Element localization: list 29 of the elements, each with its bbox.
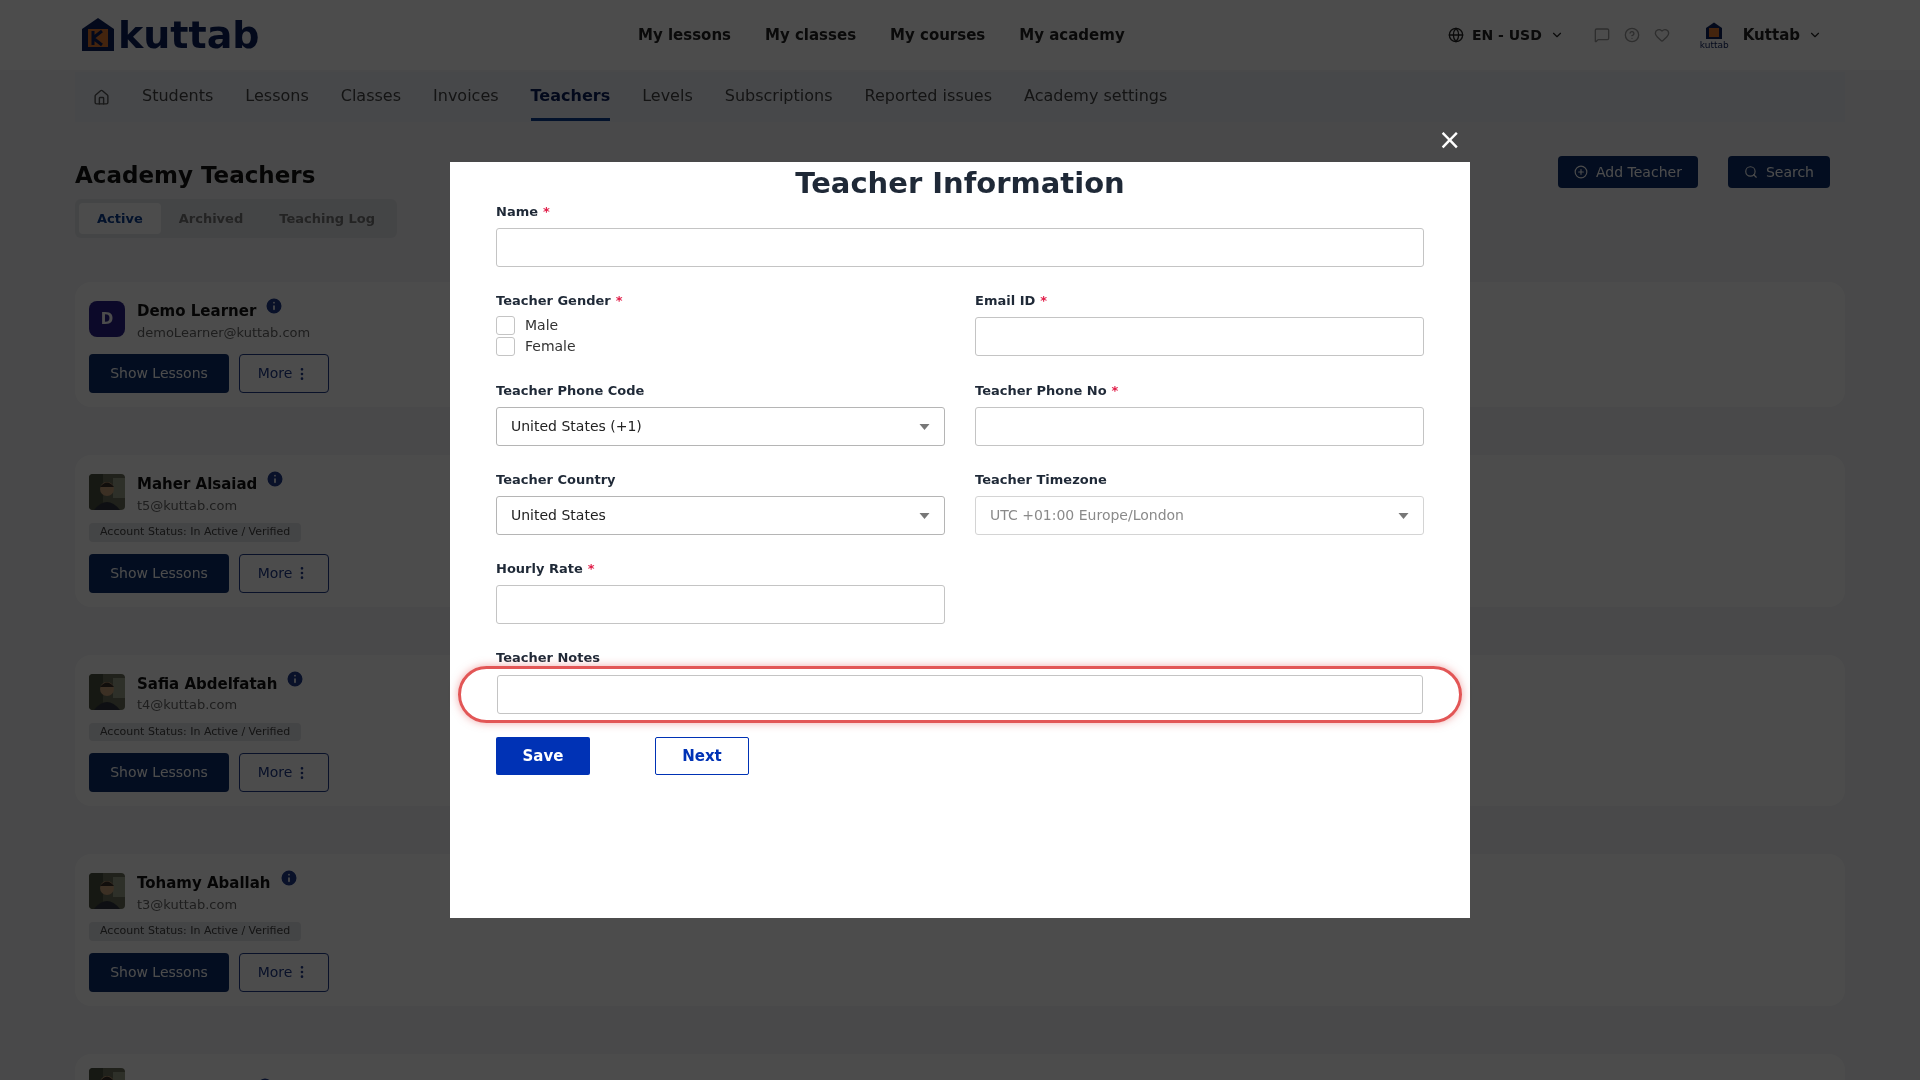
field-label: Teacher Phone No <box>975 382 1107 399</box>
teacher-name: Safia Abdelfatah <box>137 673 278 695</box>
modal-title: Teacher Information <box>795 165 1125 202</box>
required-mark: * <box>587 560 595 577</box>
teacher-name: Tohamy Aballah <box>137 873 271 894</box>
page-title: Academy Teachers <box>75 161 317 190</box>
field-label: Hourly Rate <box>496 560 583 577</box>
field-label: Teacher Timezone <box>975 471 1107 488</box>
required-mark: * <box>615 292 623 309</box>
save-button[interactable]: Save <box>496 737 590 775</box>
field-label: Teacher Gender <box>496 292 611 309</box>
teacher-name: Maher Alsaiad <box>137 474 258 495</box>
field-label: Teacher Notes <box>496 649 601 666</box>
logo-caption: kuttab <box>1699 40 1729 50</box>
select-field[interactable]: United States <box>496 496 945 535</box>
required-mark: * <box>543 203 550 220</box>
field-label: Name <box>496 203 538 220</box>
field-label: Email ID <box>975 292 1036 309</box>
required-mark: * <box>1111 382 1119 399</box>
logo-text: kuttab <box>118 16 260 54</box>
field-label: Teacher Country <box>496 471 616 488</box>
required-mark: * <box>1040 292 1048 309</box>
select-field[interactable]: United States (+1) <box>496 407 945 446</box>
checkbox-label: Female <box>525 337 576 356</box>
field-label: Teacher Phone Code <box>496 382 645 399</box>
next-button[interactable]: Next <box>655 737 749 775</box>
teacher-name: Demo Learner <box>137 301 257 322</box>
checkbox-label: Male <box>525 316 559 335</box>
close-button[interactable]: × <box>1438 126 1462 154</box>
